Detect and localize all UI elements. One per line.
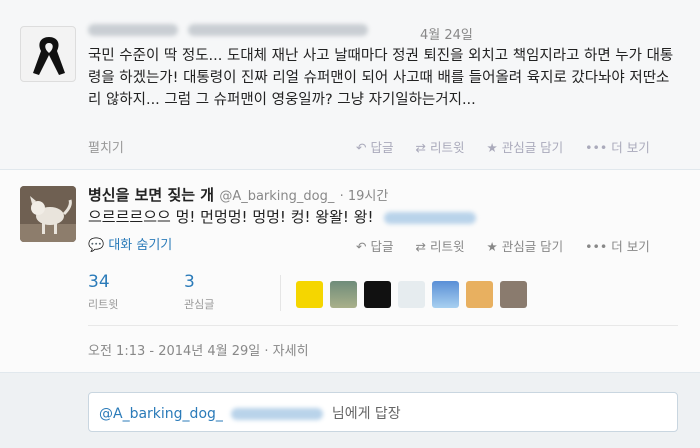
retweet-label: 리트윗 bbox=[429, 239, 465, 254]
favorite-stat-label: 관심글 bbox=[184, 298, 215, 311]
reply-handle: @A_barking_dog_ bbox=[99, 406, 223, 422]
reply-button[interactable]: ↶ 답글 bbox=[356, 140, 394, 155]
blurred-name bbox=[88, 23, 178, 36]
parent-tweet-text: 국민 수준이 딱 정도... 도대체 재난 사고 날때마다 정권 퇴진을 외치고… bbox=[88, 48, 674, 108]
favoriter-avatar[interactable] bbox=[330, 281, 357, 308]
favorite-stat[interactable]: 3 관심글 bbox=[184, 272, 254, 312]
mourning-ribbon-avatar[interactable] bbox=[20, 26, 76, 82]
author-name[interactable]: 병신을 보면 짖는 개 bbox=[88, 186, 214, 204]
reply-label: 답글 bbox=[370, 140, 394, 155]
timestamp-text[interactable]: 오전 1:13 - 2014년 4월 29일 bbox=[88, 344, 260, 359]
favoriter-avatar[interactable] bbox=[432, 281, 459, 308]
favorite-label: 관심글 담기 bbox=[501, 239, 564, 254]
more-button[interactable]: ••• 더 보기 bbox=[585, 140, 650, 155]
stats-divider bbox=[280, 275, 281, 311]
favoriter-avatar[interactable] bbox=[364, 281, 391, 308]
retweet-icon: ⇄ bbox=[415, 239, 426, 254]
time-separator: · bbox=[339, 189, 348, 204]
expand-link[interactable]: 펼치기 bbox=[88, 137, 124, 156]
parent-author[interactable] bbox=[88, 22, 369, 37]
more-button[interactable]: ••• 더 보기 bbox=[585, 239, 650, 254]
star-icon: ★ bbox=[486, 140, 498, 155]
main-author[interactable]: 병신을 보면 짖는 개 @A_barking_dog_ · 19시간 bbox=[88, 184, 388, 205]
star-icon: ★ bbox=[486, 239, 498, 254]
reply-label: 답글 bbox=[370, 239, 394, 254]
dog-avatar[interactable] bbox=[20, 186, 76, 242]
favoriter-avatar[interactable] bbox=[466, 281, 493, 308]
more-label: 더 보기 bbox=[611, 239, 650, 254]
reply-icon: ↶ bbox=[356, 239, 367, 254]
tweet-time[interactable]: 19시간 bbox=[348, 189, 388, 204]
author-handle[interactable]: @A_barking_dog_ bbox=[219, 189, 334, 204]
more-label: 더 보기 bbox=[611, 140, 650, 155]
reply-input[interactable]: @A_barking_dog_ 님에게 답장 bbox=[88, 392, 678, 432]
favoriter-avatar[interactable] bbox=[500, 281, 527, 308]
retweet-button[interactable]: ⇄ 리트윗 bbox=[415, 140, 464, 155]
favorite-button[interactable]: ★ 관심글 담기 bbox=[486, 140, 563, 155]
hide-conversation-link[interactable]: 💬 대화 숨기기 bbox=[88, 234, 172, 253]
reply-icon: ↶ bbox=[356, 140, 367, 155]
blurred-mention bbox=[231, 408, 324, 420]
retweet-button[interactable]: ⇄ 리트윗 bbox=[415, 239, 464, 254]
tweet-timestamp: 오전 1:13 - 2014년 4월 29일 · 자세히 bbox=[88, 340, 309, 359]
more-dots-icon: ••• bbox=[585, 140, 608, 155]
blurred-mention bbox=[384, 211, 477, 224]
reply-placeholder-suffix: 님에게 답장 bbox=[331, 406, 401, 422]
retweet-count: 34 bbox=[88, 272, 110, 292]
details-link[interactable]: 자세히 bbox=[273, 344, 309, 359]
retweet-stat[interactable]: 34 리트윗 bbox=[88, 272, 158, 312]
main-tweet-text: 으르르르으으 멍! 먼멍멍! 멍멍! 컹! 왕왈! 왕! bbox=[88, 206, 477, 227]
favoriter-avatar[interactable] bbox=[296, 281, 323, 308]
chat-bubble-icon: 💬 bbox=[88, 238, 105, 253]
blurred-handle bbox=[188, 23, 369, 36]
timestamp-separator: · bbox=[264, 344, 273, 359]
parent-date[interactable]: 4월 24일 bbox=[420, 24, 473, 43]
retweet-stat-label: 리트윗 bbox=[88, 298, 119, 311]
reply-button[interactable]: ↶ 답글 bbox=[356, 239, 394, 254]
retweet-label: 리트윗 bbox=[429, 140, 465, 155]
parent-actions: ↶ 답글 ⇄ 리트윗 ★ 관심글 담기 ••• 더 보기 bbox=[338, 137, 650, 156]
retweet-icon: ⇄ bbox=[415, 140, 426, 155]
favorite-count: 3 bbox=[184, 272, 195, 292]
favorite-button[interactable]: ★ 관심글 담기 bbox=[486, 239, 563, 254]
divider bbox=[88, 325, 678, 326]
more-dots-icon: ••• bbox=[585, 239, 608, 254]
main-actions: ↶ 답글 ⇄ 리트윗 ★ 관심글 담기 ••• 더 보기 bbox=[338, 236, 650, 255]
tweet-body: 으르르르으으 멍! 먼멍멍! 멍멍! 컹! 왕왈! 왕! bbox=[88, 208, 374, 226]
favorite-label: 관심글 담기 bbox=[501, 140, 564, 155]
hide-conversation-label: 대화 숨기기 bbox=[108, 238, 173, 253]
favoriter-avatar[interactable] bbox=[398, 281, 425, 308]
